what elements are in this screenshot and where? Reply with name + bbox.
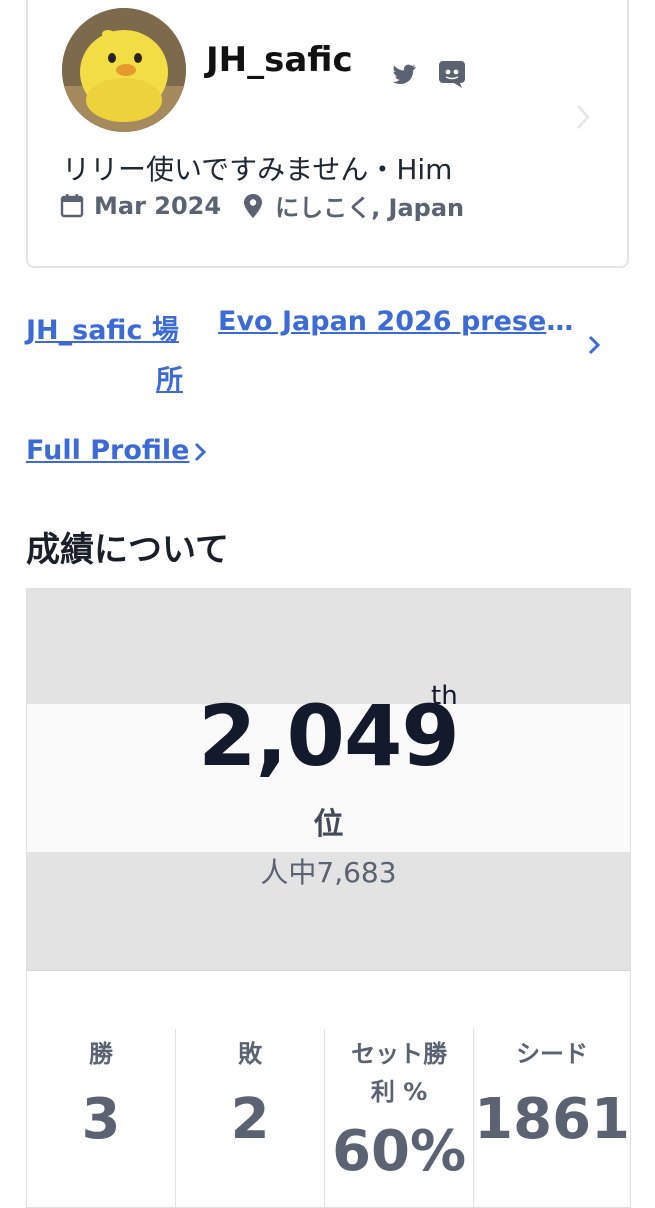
rank-suffix: th <box>431 681 458 711</box>
rank-unit: 位 <box>313 807 344 842</box>
stats-row: 勝 3 敗 2 セット勝利 % 60% シード 1861 <box>27 1029 630 1207</box>
joined-date: Mar 2024 <box>94 191 222 220</box>
avatar-image <box>62 8 186 132</box>
username: JH_safic <box>206 40 353 80</box>
results-card: 2,049 th 位 人中7,683 勝 3 敗 2 セット勝利 % 60% シ… <box>26 588 631 1208</box>
rank-number: 2,049 <box>198 687 460 785</box>
stat-value: 2 <box>230 1087 270 1152</box>
stat-label: セット勝利 % <box>351 1040 448 1106</box>
location-pin-icon <box>244 193 263 218</box>
stat-value: 3 <box>81 1087 121 1152</box>
user-location-line2: 所 <box>156 365 183 396</box>
section-title: 成績について <box>26 530 229 570</box>
stat-seed: シード 1861 <box>473 1029 630 1207</box>
location: にしこく, Japan <box>275 194 465 222</box>
stat-value: 60% <box>332 1119 467 1184</box>
chevron-right-icon[interactable] <box>573 102 593 132</box>
stat-set-win-rate: セット勝利 % 60% <box>324 1029 473 1207</box>
profile-meta: Mar 2024 にしこく, Japan <box>60 188 464 223</box>
bio-text: リリー使いですみません・Him <box>62 153 453 186</box>
stat-value: 1861 <box>474 1087 630 1152</box>
full-profile-link[interactable]: Full Profile <box>26 435 189 466</box>
stat-label: 敗 <box>238 1040 263 1068</box>
stat-label: シード <box>516 1040 589 1068</box>
chevron-right-icon[interactable] <box>193 441 207 463</box>
avatar <box>62 8 186 132</box>
stat-label: 勝 <box>89 1040 114 1068</box>
twitter-icon[interactable] <box>390 60 418 88</box>
event-link[interactable]: Evo Japan 2026 presen… <box>218 306 574 337</box>
stat-wins: 勝 3 <box>27 1029 175 1207</box>
user-location-link[interactable]: JH_safic 場 所 <box>26 306 183 406</box>
discord-icon[interactable] <box>436 58 468 90</box>
rank-total: 人中7,683 <box>260 856 397 889</box>
stat-losses: 敗 2 <box>175 1029 324 1207</box>
calendar-icon <box>60 193 84 217</box>
profile-card[interactable]: JH_safic リリー使いですみません・Him Mar 2024 にしこく, … <box>26 0 629 268</box>
user-location-line1: JH_safic 場 <box>26 315 179 346</box>
chevron-right-icon[interactable] <box>587 334 601 356</box>
